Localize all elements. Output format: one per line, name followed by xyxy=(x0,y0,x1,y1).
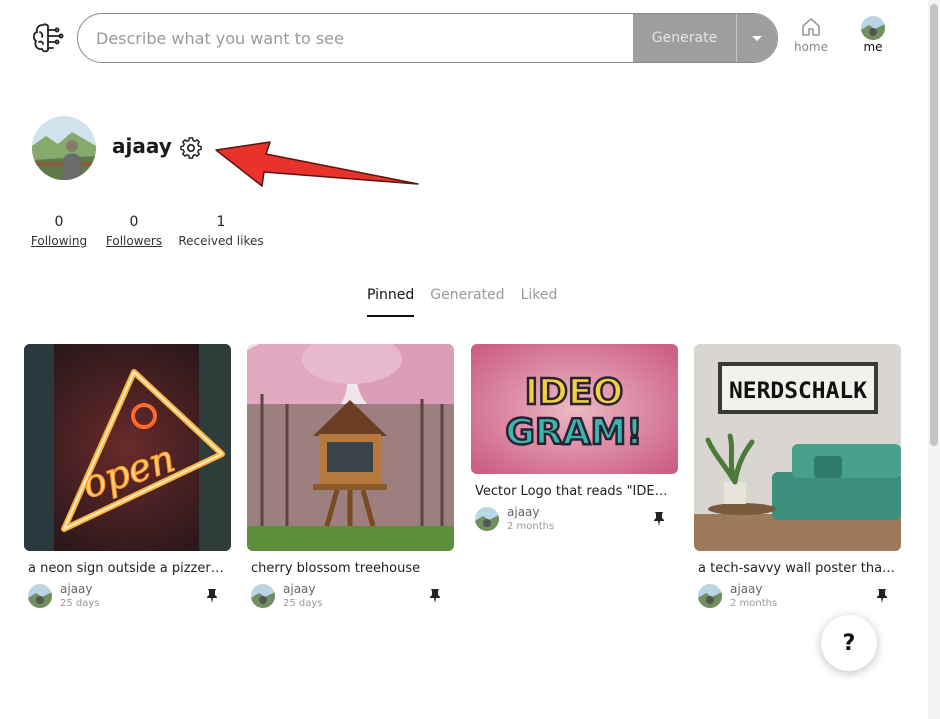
profile-stats: 0 Following 0 Followers 1 Received likes xyxy=(28,214,266,248)
nav-me-label: me xyxy=(863,40,883,54)
nav-home[interactable]: home xyxy=(786,16,836,54)
help-button[interactable]: ? xyxy=(821,615,877,671)
image-card[interactable]: IDEO GRAM! Vector Logo that reads "IDEOG… xyxy=(471,344,678,533)
settings-gear-icon[interactable] xyxy=(180,137,202,159)
card-username[interactable]: ajaay xyxy=(283,582,316,596)
card-username[interactable]: ajaay xyxy=(60,582,93,596)
received-likes-count: 1 xyxy=(216,214,226,230)
logo-text-line1: IDEO xyxy=(525,372,623,413)
followers-count: 0 xyxy=(129,214,139,230)
card-caption: cherry blossom treehouse xyxy=(251,561,421,576)
user-avatar-icon[interactable] xyxy=(28,584,52,608)
card-meta: ajaay 25 days xyxy=(28,582,227,610)
card-time: 2 months xyxy=(507,521,555,532)
generate-button[interactable]: Generate xyxy=(633,14,736,62)
user-avatar-icon[interactable] xyxy=(475,507,499,531)
pin-icon[interactable] xyxy=(875,588,889,604)
card-time: 25 days xyxy=(60,598,100,609)
received-likes-stat: 1 Received likes xyxy=(176,214,266,248)
logo-text-line2: GRAM! xyxy=(505,412,642,453)
tab-liked[interactable]: Liked xyxy=(521,287,558,317)
card-image-treehouse[interactable] xyxy=(247,344,454,551)
nav-me[interactable]: me xyxy=(848,16,898,54)
user-avatar-icon xyxy=(861,16,885,40)
pin-icon[interactable] xyxy=(652,511,666,527)
caret-down-icon xyxy=(752,35,762,41)
poster-text: NERDSCHALK xyxy=(729,379,868,404)
pin-icon[interactable] xyxy=(428,588,442,604)
card-caption: a neon sign outside a pizzeria that read… xyxy=(28,561,227,576)
tab-pinned[interactable]: Pinned xyxy=(367,287,415,317)
user-avatar-icon[interactable] xyxy=(251,584,275,608)
tab-generated[interactable]: Generated xyxy=(430,287,504,317)
followers-stat[interactable]: 0 Followers xyxy=(98,214,170,248)
card-meta: ajaay 2 months xyxy=(475,505,674,533)
image-card[interactable]: open a neon sign outside a pizzeria that… xyxy=(24,344,231,610)
card-caption: Vector Logo that reads "IDEOGRAM!" xyxy=(475,484,674,499)
annotation-arrow xyxy=(215,141,419,187)
card-username[interactable]: ajaay xyxy=(730,582,763,596)
card-image-neon-sign[interactable]: open xyxy=(24,344,231,551)
card-image-ideogram-logo[interactable]: IDEO GRAM! xyxy=(471,344,678,474)
page-scrollbar[interactable] xyxy=(928,0,940,719)
nav-home-label: home xyxy=(793,40,829,54)
card-time: 25 days xyxy=(283,598,323,609)
followers-label: Followers xyxy=(105,234,163,248)
prompt-bar: Generate xyxy=(77,13,778,63)
profile-avatar[interactable] xyxy=(32,116,96,180)
card-username[interactable]: ajaay xyxy=(507,505,540,519)
brain-logo-icon[interactable] xyxy=(30,20,66,56)
card-caption: a tech-savvy wall poster that reads "NER… xyxy=(698,561,897,576)
card-meta: ajaay 25 days xyxy=(251,582,450,610)
image-card[interactable]: cherry blossom treehouse ajaay 25 days xyxy=(247,344,454,610)
prompt-input[interactable] xyxy=(78,14,633,62)
following-stat[interactable]: 0 Following xyxy=(28,214,90,248)
profile-username: ajaay xyxy=(112,134,172,158)
home-icon xyxy=(802,18,820,36)
user-avatar-icon[interactable] xyxy=(698,584,722,608)
image-card[interactable]: NERDSCHALK a tech-savvy wall poster that… xyxy=(694,344,901,610)
pin-icon[interactable] xyxy=(205,588,219,604)
card-image-nerdschalk-poster[interactable]: NERDSCHALK xyxy=(694,344,901,551)
scrollbar-thumb[interactable] xyxy=(930,4,938,446)
received-likes-label: Received likes xyxy=(178,234,264,248)
card-meta: ajaay 2 months xyxy=(698,582,897,610)
following-label: Following xyxy=(30,234,88,248)
following-count: 0 xyxy=(54,214,64,230)
profile-tabs: Pinned Generated Liked xyxy=(367,287,557,317)
card-time: 2 months xyxy=(730,598,778,609)
generate-options-dropdown[interactable] xyxy=(736,14,777,62)
